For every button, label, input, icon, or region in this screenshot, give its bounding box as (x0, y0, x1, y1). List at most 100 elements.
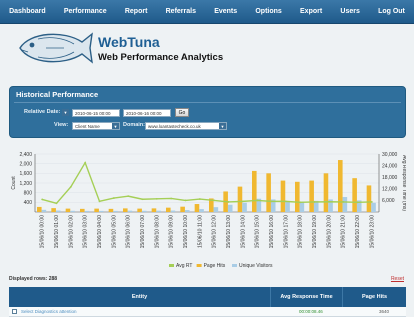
x-tick-label: 15/06/10 06:00 (126, 215, 132, 249)
left-axis-title: Count (11, 176, 17, 190)
bar-unique-visitors (199, 209, 204, 212)
left-tick-label: 1,600 (19, 171, 32, 177)
table-header: Entity Avg Response Time Page Hits (9, 287, 406, 307)
chart-svg: 2,400 2,000 1,600 1,200 800 400 30,000 24,000 18… (11, 152, 406, 269)
x-tick-label: 15/06/10 05:00 (111, 215, 117, 249)
point-avg-rt (284, 200, 287, 203)
point-avg-rt (84, 161, 87, 164)
bar-page-hits (80, 208, 85, 212)
point-avg-rt (356, 201, 359, 204)
bar-page-hits (352, 178, 357, 212)
point-avg-rt (213, 199, 216, 202)
left-tick-label: 800 (24, 190, 33, 196)
bar-page-hits (194, 204, 200, 212)
row-hits: 3640 (379, 309, 390, 314)
x-tick-label: 15/06/10 09:00 (169, 215, 175, 249)
bar-unique-visitors (227, 204, 233, 212)
view-select-value: Client Name (75, 124, 100, 129)
legend-label: Page Hits (204, 263, 226, 269)
point-avg-rt (270, 200, 273, 203)
nav-referrals[interactable]: Referrals (166, 8, 196, 15)
domain-label: Domain: (123, 122, 145, 128)
fish-logo-icon (19, 32, 93, 64)
bar-unique-visitors (156, 210, 161, 212)
nav-options[interactable]: Options (255, 8, 281, 15)
point-avg-rt (256, 199, 259, 202)
point-avg-rt (327, 200, 330, 203)
bar-page-hits (266, 173, 271, 212)
nav-report[interactable]: Report (125, 8, 148, 15)
bar-unique-visitors (98, 210, 104, 212)
reset-link[interactable]: Reset (391, 276, 404, 282)
nav-performance[interactable]: Performance (64, 8, 107, 15)
point-avg-rt (41, 198, 44, 201)
chevron-down-icon: ▼ (219, 123, 226, 129)
x-tick-label: 15/06/10 17:00 (283, 215, 289, 249)
point-avg-rt (241, 200, 244, 203)
brand-header: WebTuna Web Performance Analytics (6, 28, 408, 72)
nav-logout[interactable]: Log Out (378, 8, 405, 15)
view-select[interactable]: Client Name ▼ (72, 122, 120, 130)
x-tick-label: 15/06/10 11:00 (197, 215, 203, 248)
go-button[interactable]: Go (175, 108, 189, 117)
bar-unique-visitors (213, 207, 219, 212)
bar-page-hits (323, 173, 329, 212)
nav-export[interactable]: Export (300, 8, 322, 15)
domain-select[interactable]: www.loantastecheck.co.uk ▼ (145, 122, 227, 130)
x-tick-label: 15/06/10 16:00 (269, 215, 275, 249)
right-tick-label: 6,000 (382, 198, 395, 204)
bar-unique-visitors (84, 210, 90, 212)
col-entity[interactable]: Entity (9, 287, 271, 307)
nav-events[interactable]: Events (214, 8, 237, 15)
point-avg-rt (98, 200, 101, 203)
point-avg-rt (198, 198, 201, 200)
x-tick-label: 15/06/10 01:00 (54, 215, 60, 249)
col-avg-response[interactable]: Avg Response Time (271, 287, 343, 307)
displayed-rows: Displayed rows: 288 (9, 276, 58, 282)
brand-tagline: Web Performance Analytics (98, 52, 224, 63)
right-tick-label: 24,000 (382, 163, 398, 169)
nav-dashboard[interactable]: Dashboard (9, 8, 46, 15)
left-tick-label: 1,200 (19, 181, 32, 187)
relative-date-dropdown-icon[interactable]: ▼ (62, 109, 69, 116)
from-date-input[interactable]: 2010-06-15 00:00 (72, 109, 120, 117)
bar-page-hits (65, 208, 71, 212)
main-nav: Dashboard Performance Report Referrals E… (0, 0, 414, 24)
x-tick-label: 15/06/10 04:00 (97, 215, 103, 249)
point-avg-rt (227, 201, 230, 203)
x-tick-label: 15/06/10 03:00 (83, 215, 89, 249)
bar-unique-visitors (113, 210, 118, 212)
bar-page-hits (309, 180, 314, 212)
bar-page-hits (180, 206, 185, 212)
bar-page-hits (123, 208, 128, 212)
x-tick-label: 15/06/10 07:00 (140, 215, 146, 249)
col-page-hits[interactable]: Page Hits (343, 287, 406, 307)
left-tick-label: 400 (24, 200, 33, 206)
point-avg-rt (342, 201, 345, 203)
nav-users[interactable]: Users (340, 8, 359, 15)
table-row[interactable]: Select Diagnostics attention 00:00:08.46… (9, 307, 406, 317)
right-tick-label: 30,000 (382, 152, 398, 158)
bar-page-hits (338, 160, 343, 212)
bar-page-hits (151, 208, 157, 212)
bar-unique-visitors (242, 202, 247, 212)
view-label: View: (54, 122, 69, 128)
performance-chart: 2,400 2,000 1,600 1,200 800 400 30,000 24,000 18… (9, 148, 406, 288)
chevron-down-icon: ▼ (112, 123, 119, 129)
bar-unique-visitors (70, 210, 75, 212)
row-checkbox[interactable] (12, 309, 17, 314)
x-tick-label: 15/06/10 22:00 (355, 215, 361, 249)
point-avg-rt (69, 185, 72, 188)
left-tick-label: 2,400 (19, 152, 32, 158)
row-entity[interactable]: Select Diagnostics attention (21, 309, 77, 314)
brand-name: WebTuna (98, 34, 160, 50)
x-tick-label: 15/06/10 08:00 (154, 215, 160, 249)
x-tick-label: 15/06/10 10:00 (183, 215, 189, 249)
bar-page-hits (37, 206, 42, 212)
panel-title: Historical Performance (16, 90, 99, 99)
bar-page-hits (94, 208, 99, 212)
to-date-input[interactable]: 2010-06-16 00:00 (123, 109, 171, 117)
bar-page-hits (108, 208, 114, 212)
point-avg-rt (370, 201, 373, 203)
point-avg-rt (299, 201, 302, 204)
